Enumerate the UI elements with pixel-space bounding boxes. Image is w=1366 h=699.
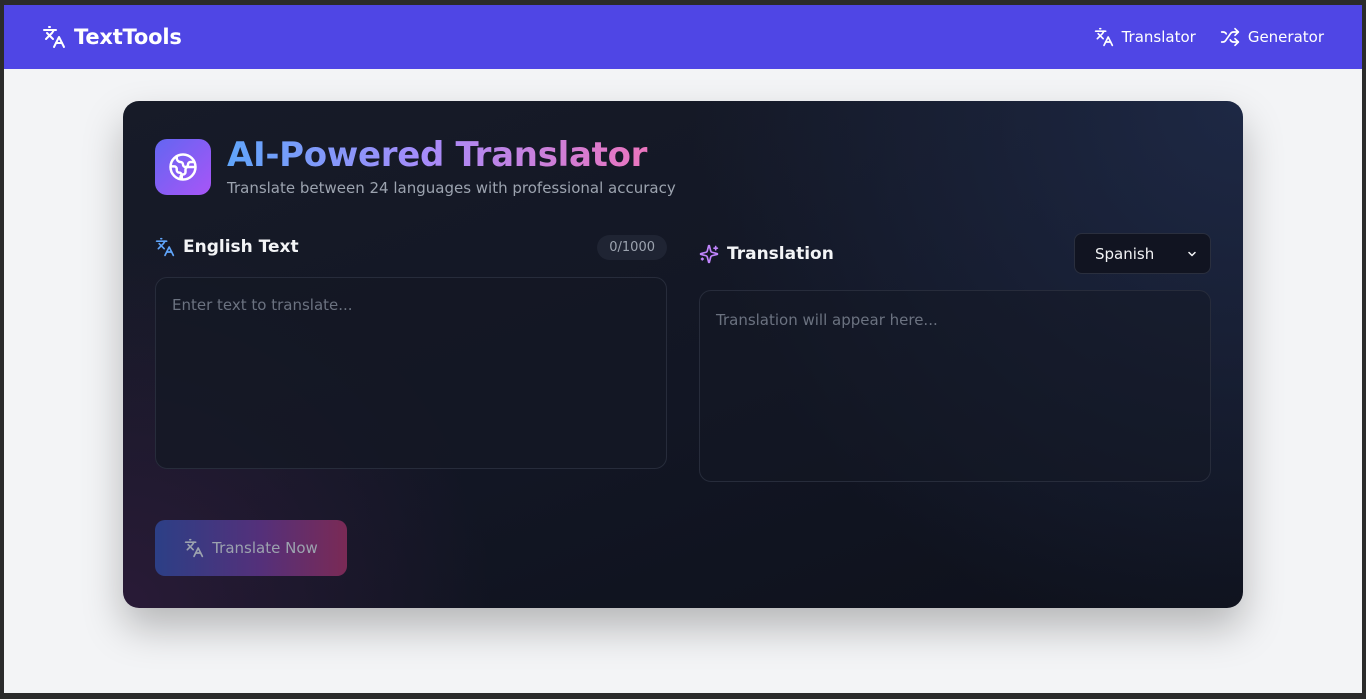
shuffle-icon	[1220, 27, 1240, 47]
target-title: Translation	[699, 244, 834, 264]
nav-link-translator[interactable]: Translator	[1094, 27, 1196, 47]
nav-link-generator[interactable]: Generator	[1220, 27, 1324, 47]
brand[interactable]: TextTools	[42, 25, 182, 49]
nav-link-label: Translator	[1121, 28, 1196, 46]
translate-icon	[42, 25, 66, 49]
nav-links: Translator Generator	[1094, 27, 1324, 47]
page-title: AI-Powered Translator	[227, 133, 676, 177]
source-panel-header: English Text 0/1000	[155, 233, 667, 261]
sparkles-icon	[699, 244, 719, 264]
language-select[interactable]: Spanish	[1074, 233, 1211, 274]
source-title-label: English Text	[183, 237, 299, 257]
globe-icon	[168, 152, 198, 182]
logo-badge	[155, 139, 211, 195]
source-title: English Text	[155, 237, 299, 257]
brand-name: TextTools	[74, 25, 182, 49]
translate-button-label: Translate Now	[212, 539, 318, 557]
language-select-value: Spanish	[1095, 244, 1155, 263]
translate-button[interactable]: Translate Now	[155, 520, 347, 576]
translate-icon	[155, 237, 175, 257]
source-panel: English Text 0/1000	[155, 233, 667, 473]
target-panel: Translation Spanish Translation will app…	[699, 233, 1211, 482]
target-title-label: Translation	[727, 243, 834, 264]
page-subtitle: Translate between 24 languages with prof…	[227, 179, 676, 197]
chevron-down-icon	[1186, 248, 1198, 260]
translate-icon	[184, 538, 204, 558]
header-text: AI-Powered Translator Translate between …	[227, 133, 676, 197]
translation-output: Translation will appear here...	[699, 290, 1211, 482]
navbar: TextTools Translator Generator	[4, 5, 1362, 69]
target-panel-header: Translation Spanish	[699, 233, 1211, 274]
app-window: TextTools Translator Generator AI-Powere…	[4, 5, 1362, 693]
translate-icon	[1094, 27, 1114, 47]
translator-card: AI-Powered Translator Translate between …	[123, 101, 1243, 608]
nav-link-label: Generator	[1247, 28, 1324, 46]
card-header: AI-Powered Translator Translate between …	[155, 133, 1211, 197]
source-text-input[interactable]	[155, 277, 667, 469]
char-counter: 0/1000	[597, 234, 667, 260]
